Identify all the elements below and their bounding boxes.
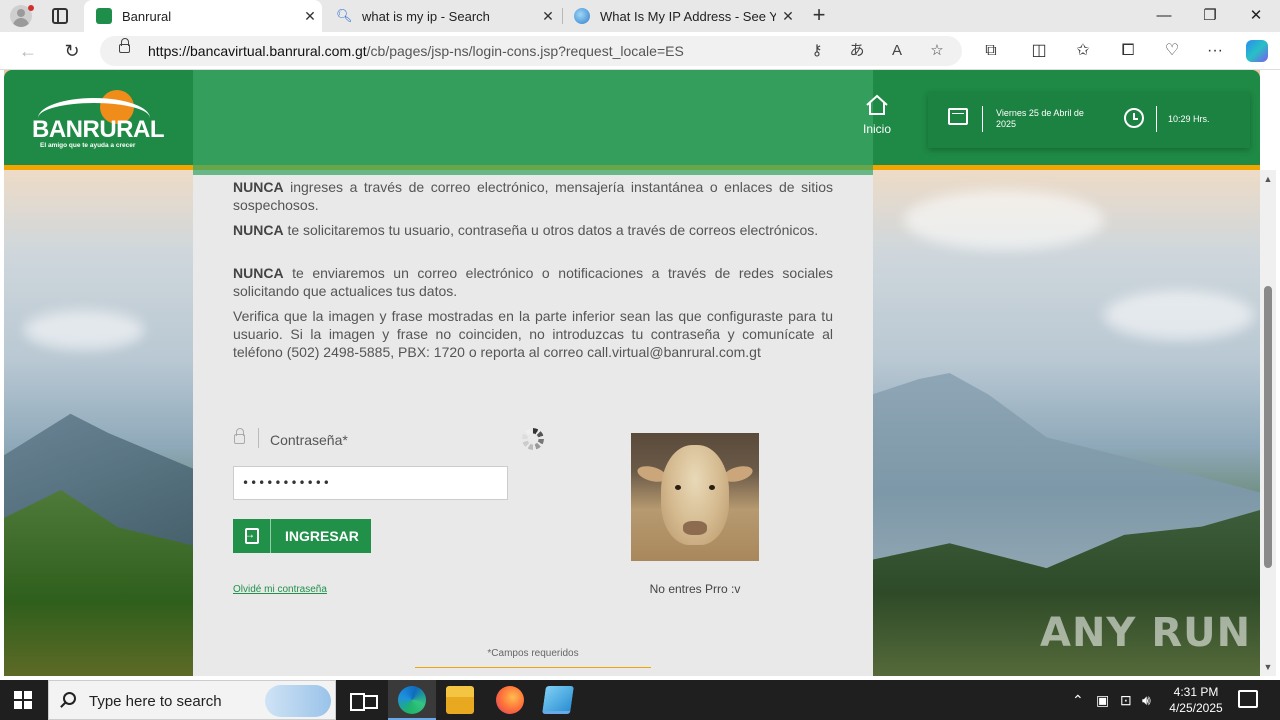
banrural-favicon-icon xyxy=(96,8,112,24)
network-icon[interactable]: ⊡ xyxy=(1120,692,1132,709)
firefox-icon[interactable] xyxy=(496,686,524,714)
lock-icon[interactable] xyxy=(119,38,130,53)
page-viewport: BANRURAL El amigo que te ayuda a crecer … xyxy=(4,70,1260,676)
globe-icon xyxy=(574,8,590,24)
close-tab-icon[interactable]: ✕ xyxy=(298,8,322,25)
verify-instructions: Verifica que la imagen y frase mostradas… xyxy=(233,308,833,360)
divider xyxy=(1156,106,1157,132)
label-divider xyxy=(258,428,259,448)
forgot-password-link[interactable]: Olvidé mi contraseña xyxy=(233,584,327,595)
edge-browser-icon[interactable] xyxy=(398,686,426,714)
login-icon xyxy=(233,519,271,553)
loading-spinner-icon xyxy=(522,428,544,450)
scroll-up-arrow-icon[interactable]: ▲ xyxy=(1260,170,1276,188)
ingresar-button[interactable]: INGRESAR xyxy=(233,519,371,553)
current-date: Viernes 25 de Abril de 2025 xyxy=(996,108,1084,129)
browser-tab-bar: Banrural ✕ 🔍︎ what is my ip - Search ✕ W… xyxy=(0,0,1280,32)
password-field[interactable] xyxy=(233,466,508,500)
more-menu-icon[interactable]: ··· xyxy=(1205,41,1225,61)
divider xyxy=(982,106,983,132)
password-lock-icon xyxy=(234,428,245,444)
taskbar-time: 4:31 PM xyxy=(1173,685,1219,699)
collections-icon[interactable]: ⧠ xyxy=(1118,41,1138,61)
refresh-icon[interactable]: ↻ xyxy=(62,41,82,61)
scroll-down-arrow-icon[interactable]: ▼ xyxy=(1260,658,1276,676)
taskbar-search[interactable]: Type here to search xyxy=(48,680,336,720)
date-time-box: Viernes 25 de Abril de 2025 10:29 Hrs. xyxy=(928,92,1250,148)
tab-whatismyip[interactable]: What Is My IP Address - See Your ✕ xyxy=(562,0,800,32)
device-icon[interactable]: ▣ xyxy=(1096,692,1109,709)
show-hidden-icons-icon[interactable]: ⌃ xyxy=(1072,692,1084,709)
home-label: Inicio xyxy=(862,122,891,136)
minimize-button[interactable]: — xyxy=(1142,4,1186,28)
address-toolbar: ← ↻ https://bancavirtual.banrural.com.gt… xyxy=(0,32,1280,70)
split-screen-icon[interactable]: ◫ xyxy=(1029,41,1049,61)
copilot-icon[interactable] xyxy=(1246,40,1268,62)
password-label: Contraseña* xyxy=(270,432,348,448)
close-tab-icon[interactable]: ✕ xyxy=(776,8,800,25)
extensions-icon[interactable]: ⧉ xyxy=(981,41,1001,61)
tab-banrural[interactable]: Banrural ✕ xyxy=(84,0,322,32)
search-highlight-art xyxy=(265,685,331,717)
search-icon: 🔍︎ xyxy=(336,8,353,23)
volume-icon[interactable]: 🔊︎ xyxy=(1142,692,1151,709)
taskbar-date: 4/25/2025 xyxy=(1169,701,1223,715)
notifications-icon[interactable] xyxy=(1238,690,1258,708)
tab-title: What Is My IP Address - See Your xyxy=(600,8,776,24)
tab-search[interactable]: 🔍︎ what is my ip - Search ✕ xyxy=(324,0,560,32)
task-view-icon[interactable] xyxy=(347,686,378,714)
notes-app-icon[interactable] xyxy=(542,686,574,714)
restore-button[interactable]: ❐ xyxy=(1188,4,1232,28)
header-panel-overlay xyxy=(193,70,873,175)
login-panel: NUNCA ingreses a través de correo electr… xyxy=(193,170,873,676)
page-margin xyxy=(1276,70,1280,676)
footer-divider xyxy=(415,667,651,668)
logo-tagline: El amigo que te ayuda a crecer xyxy=(40,142,136,149)
banrural-logo[interactable]: BANRURAL El amigo que te ayuda a crecer xyxy=(30,88,164,152)
warning-2: NUNCA te solicitaremos tu usuario, contr… xyxy=(233,222,819,238)
cloud xyxy=(24,310,144,350)
back-arrow-icon[interactable]: ← xyxy=(18,41,38,61)
required-fields-note: *Campos requeridos xyxy=(487,648,579,659)
search-icon xyxy=(63,692,76,705)
windows-taskbar: Type here to search ⌃ ▣ ⊡ 🔊︎ 4:31 PM 4/2… xyxy=(0,680,1280,720)
translate-icon[interactable]: あ xyxy=(848,42,866,60)
cloud xyxy=(1104,290,1254,340)
search-placeholder: Type here to search xyxy=(89,693,222,710)
favorite-star-icon[interactable]: ☆ xyxy=(928,42,946,60)
calendar-icon xyxy=(948,108,968,125)
home-link[interactable]: Inicio xyxy=(854,94,900,136)
cloud xyxy=(904,190,1104,250)
vertical-scrollbar[interactable]: ▲ ▼ xyxy=(1260,170,1276,676)
logo-text: BANRURAL xyxy=(32,116,164,143)
read-aloud-icon[interactable]: A xyxy=(888,42,906,60)
profile-notification-dot xyxy=(28,5,34,11)
new-tab-button[interactable]: + xyxy=(808,4,830,26)
security-phrase: No entres Prro :v xyxy=(649,582,741,596)
scrollbar-thumb[interactable] xyxy=(1264,286,1272,568)
close-tab-icon[interactable]: ✕ xyxy=(536,8,560,25)
anyrun-watermark: ANY RUN xyxy=(1040,610,1252,656)
ingresar-label: INGRESAR xyxy=(285,528,359,544)
taskbar-clock[interactable]: 4:31 PM 4/25/2025 xyxy=(1156,684,1236,716)
browser-essentials-icon[interactable]: ♡ xyxy=(1162,41,1182,61)
tab-actions-icon[interactable] xyxy=(52,8,68,24)
security-image xyxy=(631,433,759,561)
windows-start-icon[interactable] xyxy=(14,691,32,709)
tab-title: what is my ip - Search xyxy=(362,8,490,24)
address-bar[interactable]: https://bancavirtual.banrural.com.gt/cb/… xyxy=(100,36,962,66)
close-window-button[interactable]: ✕ xyxy=(1234,4,1278,28)
warning-3: NUNCA te enviaremos un correo electrónic… xyxy=(233,265,833,299)
tab-title: Banrural xyxy=(122,8,172,24)
file-explorer-icon[interactable] xyxy=(446,686,474,714)
current-time: 10:29 Hrs. xyxy=(1168,114,1210,124)
favorites-icon[interactable]: ✩ xyxy=(1073,41,1093,61)
warning-1: NUNCA ingreses a través de correo electr… xyxy=(233,179,833,213)
key-icon[interactable]: ⚷ xyxy=(808,42,826,60)
clock-icon xyxy=(1124,108,1144,128)
home-icon xyxy=(866,94,888,115)
url-text[interactable]: https://bancavirtual.banrural.com.gt/cb/… xyxy=(148,43,684,59)
